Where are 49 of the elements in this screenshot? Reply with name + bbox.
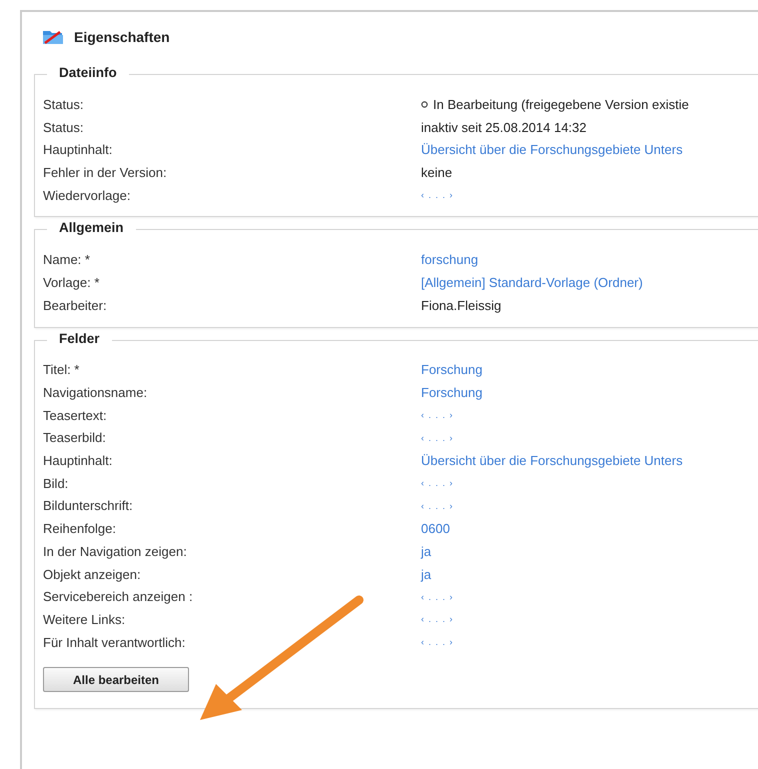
field-label: Für Inhalt verantwortlich: bbox=[43, 634, 186, 650]
value-link[interactable]: 0600 bbox=[421, 521, 450, 536]
empty-value-link[interactable]: ‹ . . . › bbox=[421, 432, 454, 443]
field-label: Status: bbox=[43, 96, 84, 112]
field-label: Name: * bbox=[43, 252, 91, 268]
field-label: Bearbeiter: bbox=[43, 298, 108, 313]
empty-value-link[interactable]: ‹ . . . › bbox=[421, 614, 454, 624]
value-link[interactable]: Übersicht über die Forschungsgebiete Unters bbox=[421, 453, 683, 468]
folder-icon bbox=[42, 29, 64, 45]
field-value: Fiona.Fleissig bbox=[421, 298, 502, 313]
value-link[interactable]: ja bbox=[421, 566, 432, 582]
field-label: Titel: * bbox=[43, 362, 80, 378]
field-label: Bildunterschrift: bbox=[43, 498, 134, 514]
field-label: In der Navigation zeigen: bbox=[43, 544, 188, 559]
field-label: Teasertext: bbox=[43, 408, 108, 423]
field-label: Vorlage: * bbox=[43, 274, 100, 290]
field-label: Hauptinhalt: bbox=[43, 142, 114, 158]
field-label: Weitere Links: bbox=[43, 612, 126, 627]
section-legend: Dateiinfo bbox=[47, 65, 129, 80]
empty-value-link[interactable]: ‹ . . . › bbox=[421, 592, 454, 602]
field-label: Teaserbild: bbox=[43, 430, 107, 446]
status-icon bbox=[421, 100, 428, 108]
field-label: Objekt anzeigen: bbox=[43, 566, 142, 582]
value-link[interactable]: Forschung bbox=[421, 385, 482, 400]
field-value: inaktiv seit 25.08.2014 14:32 bbox=[421, 120, 587, 135]
value-link[interactable]: Forschung bbox=[421, 362, 482, 378]
empty-value-link[interactable]: ‹ . . . › bbox=[421, 500, 454, 511]
field-label: Bild: bbox=[43, 476, 70, 491]
field-label: Hauptinhalt: bbox=[43, 453, 114, 468]
section-legend: Felder bbox=[47, 330, 112, 346]
field-value: keine bbox=[421, 164, 452, 180]
empty-value-link[interactable]: ‹ . . . › bbox=[421, 190, 454, 200]
empty-value-link[interactable]: ‹ . . . › bbox=[421, 478, 454, 488]
field-label: Navigationsname: bbox=[43, 385, 148, 400]
field-label: Reihenfolge: bbox=[43, 521, 117, 536]
empty-value-link[interactable]: ‹ . . . › bbox=[421, 637, 454, 648]
empty-value-link[interactable]: ‹ . . . › bbox=[421, 410, 454, 420]
field-label: Wiedervorlage: bbox=[43, 188, 132, 203]
section-legend: Allgemein bbox=[47, 220, 136, 236]
field-label: Status: bbox=[43, 120, 84, 135]
field-label: Fehler in der Version: bbox=[43, 164, 168, 180]
value-link[interactable]: Übersicht über die Forschungsgebiete Unters bbox=[421, 142, 683, 158]
field-label: Servicebereich anzeigen : bbox=[43, 589, 194, 604]
panel-title: Eigenschaften bbox=[74, 29, 170, 45]
value-link[interactable]: [Allgemein] Standard-Vorlage (Ordner) bbox=[421, 274, 643, 290]
edit-all-button[interactable]: Alle bearbeiten bbox=[43, 667, 189, 692]
field-value: In Bearbeitung (freigegebene Version existie bbox=[433, 96, 689, 112]
value-link[interactable]: forschung bbox=[421, 252, 478, 268]
value-link[interactable]: ja bbox=[421, 544, 432, 559]
